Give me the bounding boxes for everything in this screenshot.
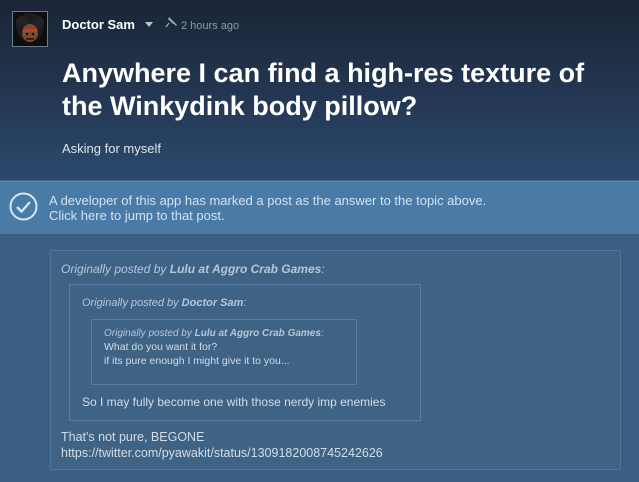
quote-middle-text: So I may fully become one with those ner…: [82, 395, 386, 409]
quote-block-middle: Originally posted by Doctor Sam: Origina…: [69, 284, 421, 421]
quote-header-outer: Originally posted by Lulu at Aggro Crab …: [61, 262, 325, 276]
answer-banner-link[interactable]: Click here to jump to that post.: [49, 208, 486, 223]
check-circle-icon: [9, 192, 38, 221]
answer-banner-line1: A developer of this app has marked a pos…: [49, 193, 487, 208]
topic-header: Doctor Sam 2 hours ago Anywhere I can fi…: [0, 0, 639, 180]
quote-prefix: Originally posted by: [82, 297, 182, 309]
pin-icon: [165, 17, 177, 28]
answer-banner-text: A developer of this app has marked a pos…: [49, 193, 486, 223]
quote-author: Lulu at Aggro Crab Games: [194, 328, 321, 339]
avatar-image: [13, 12, 47, 46]
post-timestamp: 2 hours ago: [181, 20, 240, 32]
quote-inner-line2: if its pure enough I might give it to yo…: [104, 355, 290, 367]
chevron-down-icon[interactable]: [145, 22, 153, 27]
author-avatar[interactable]: [12, 11, 48, 47]
quote-author: Lulu at Aggro Crab Games: [169, 262, 322, 276]
answer-post: Originally posted by Lulu at Aggro Crab …: [50, 250, 621, 470]
quote-prefix: Originally posted by: [61, 262, 170, 276]
answer-banner[interactable]: A developer of this app has marked a pos…: [0, 181, 639, 234]
quote-suffix: :: [321, 262, 325, 276]
quote-block-inner: Originally posted by Lulu at Aggro Crab …: [91, 319, 357, 385]
quote-author: Doctor Sam: [181, 297, 244, 309]
quote-suffix: :: [243, 297, 247, 309]
author-name[interactable]: Doctor Sam: [62, 17, 135, 32]
quote-prefix: Originally posted by: [104, 328, 195, 339]
quote-header-middle: Originally posted by Doctor Sam:: [82, 297, 246, 309]
topic-title: Anywhere I can find a high-res texture o…: [62, 58, 585, 121]
reply-link[interactable]: https://twitter.com/pyawakit/status/1309…: [61, 446, 383, 460]
quote-header-inner: Originally posted by Lulu at Aggro Crab …: [104, 328, 324, 339]
quote-inner-line1: What do you want it for?: [104, 341, 218, 353]
reply-text: That's not pure, BEGONE: [61, 430, 205, 444]
quote-suffix: :: [320, 328, 324, 339]
topic-body: Asking for myself: [62, 141, 161, 156]
